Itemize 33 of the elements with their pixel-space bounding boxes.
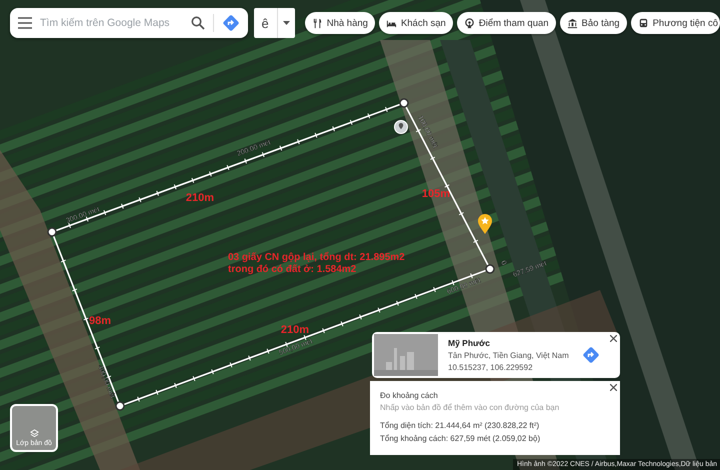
star-pin-icon[interactable] [478,214,492,234]
total-area: Tổng diện tích: 21.444,64 m² (230.828,22 ft²) [380,421,610,430]
measure-title: Đo khoảng cách [380,391,439,400]
measure-hint: Nhấp vào bản đồ để thêm vào con đường của bạn [380,403,560,412]
ferris-wheel-icon [464,18,475,28]
category-chip[interactable]: Điểm tham quan [456,12,556,34]
annotation-text: 210m [186,192,214,204]
close-icon[interactable] [610,335,617,342]
vertex-handle[interactable] [399,98,409,108]
annotation-text: 105m [422,188,450,200]
menu-icon[interactable] [18,17,32,29]
category-chip[interactable]: Khách sạn [378,12,453,34]
total-distance: Tổng khoảng cách: 627,59 mét (2.059,02 bộ) [380,434,542,443]
annotation-text: 03 giấy CN gộp lại, tổng dt: 21.895m2 [228,252,405,263]
annotation-text: trong đó có đất ở: 1.584m2 [228,264,356,275]
city-buildings-icon [374,334,438,376]
place-address: Tân Phước, Tiền Giang, Việt Nam [448,351,570,360]
annotation-text: 210m [280,324,310,336]
place-coordinates: 10.515237, 106.229592 [448,363,534,372]
category-chip[interactable]: Bảo tàng [560,12,627,34]
place-title: Mỹ Phước [448,338,491,348]
fork-knife-icon [312,18,323,28]
annotation-text: 98m [88,315,112,327]
layers-icon [30,429,38,438]
train-icon [638,18,649,28]
vertex-handle[interactable] [115,401,125,411]
category-chip[interactable]: Nhà hàng [304,12,375,34]
search-icon[interactable] [190,16,204,30]
vertex-handle[interactable] [485,264,495,274]
museum-icon [566,18,578,28]
vertex-handle[interactable] [47,227,57,237]
category-chip[interactable]: Phương tiện cô [630,12,720,34]
close-icon[interactable] [610,384,617,391]
